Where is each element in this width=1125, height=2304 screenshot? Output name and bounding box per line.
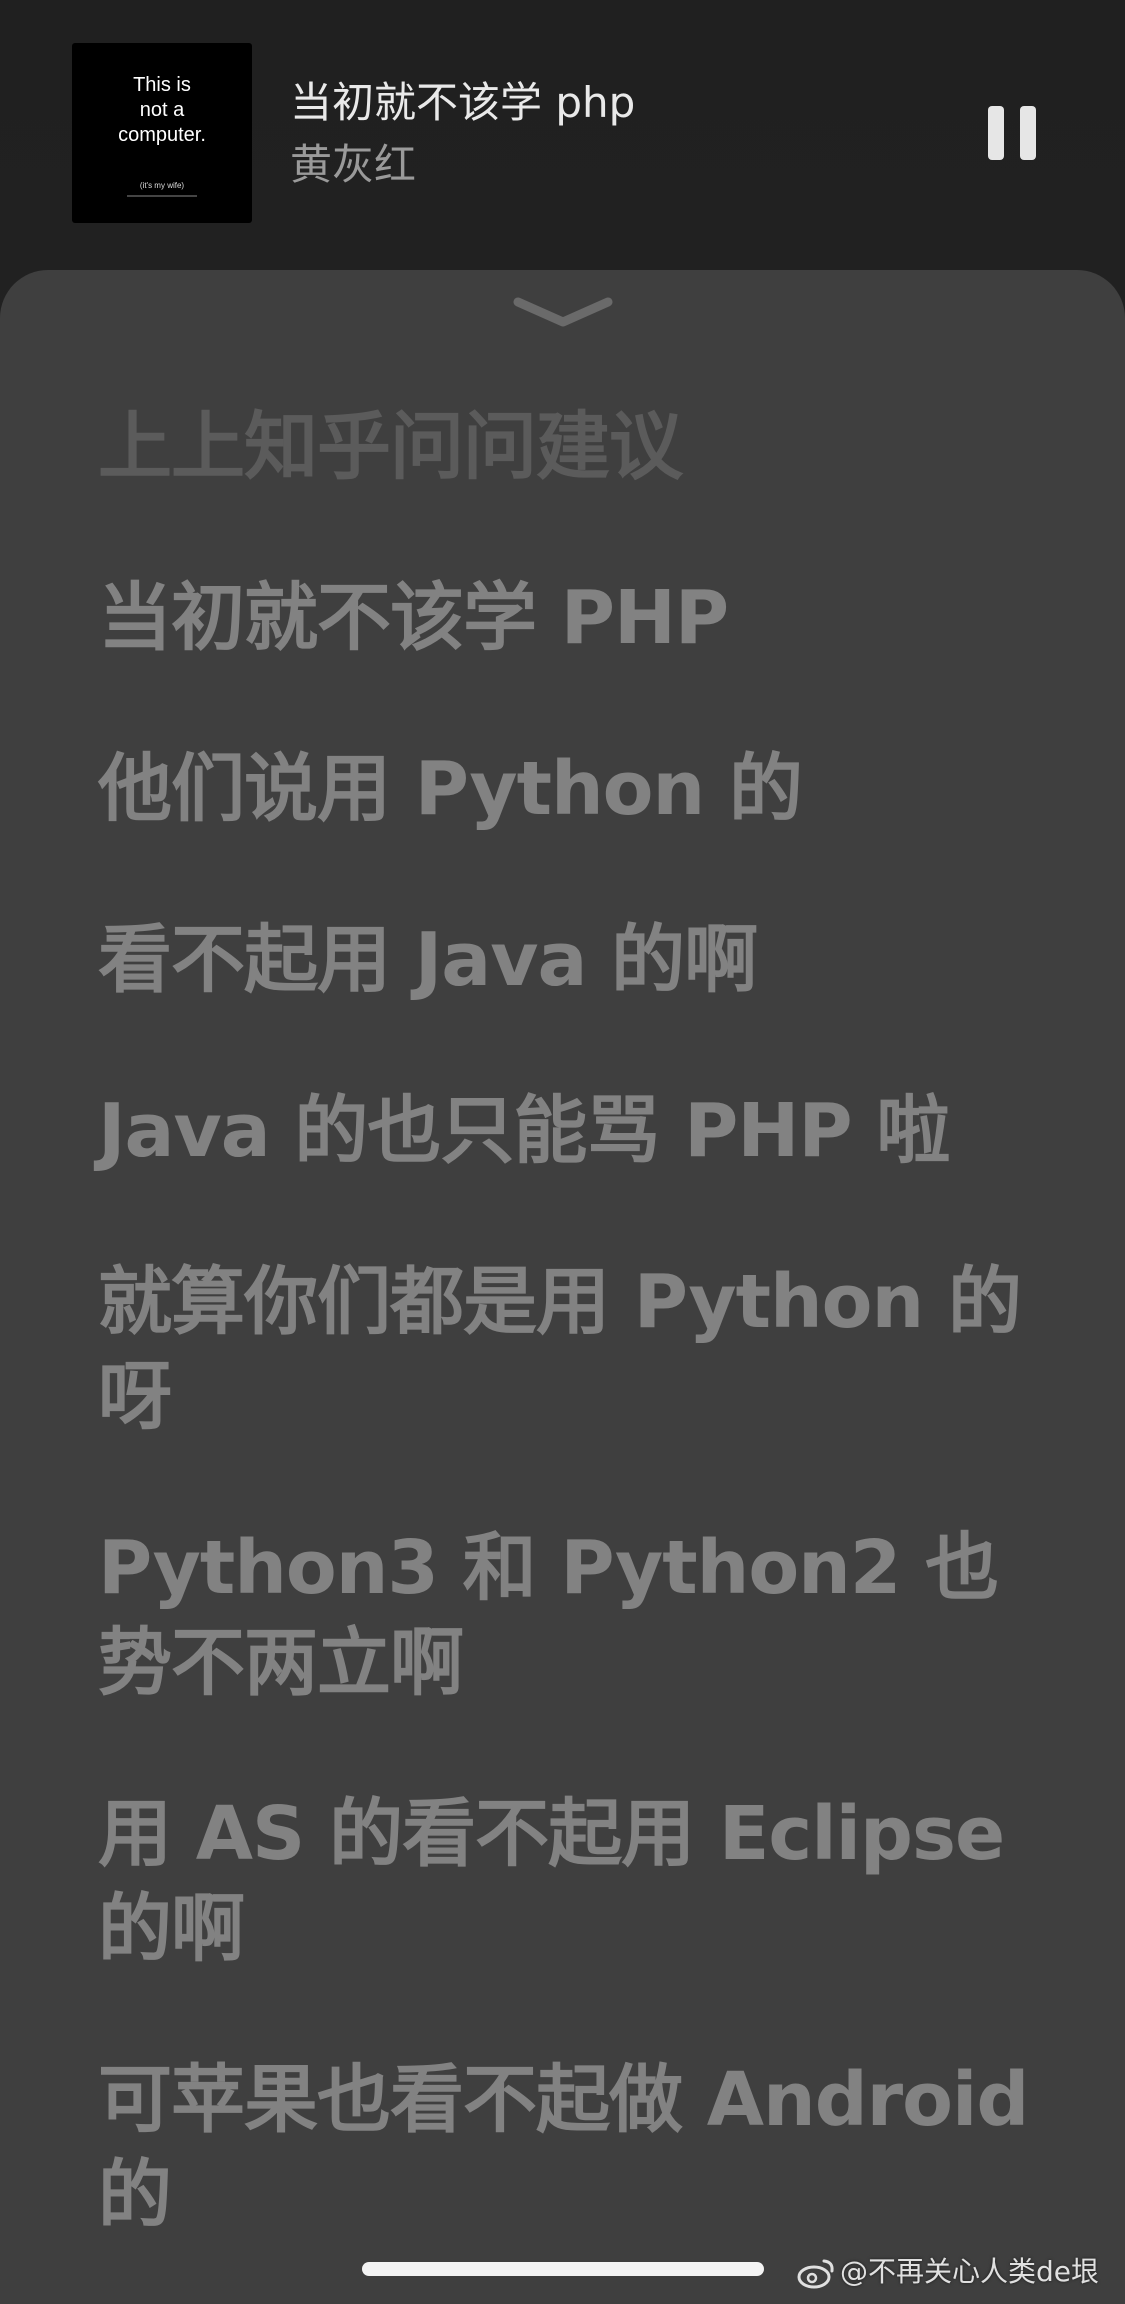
lyric-line[interactable]: 可苹果也看不起做 Android 的 bbox=[98, 2053, 1048, 2243]
lyrics-panel[interactable]: 上上知乎问问建议 当初就不该学 PHP 他们说用 Python 的看不起用 Java… bbox=[0, 270, 1125, 2304]
lyric-line[interactable]: Python3 和 Python2 也势不两立啊 bbox=[98, 1521, 1048, 1711]
watermark-text: @不再关心人类de垠 bbox=[840, 2255, 1100, 2288]
pause-button[interactable] bbox=[978, 100, 1048, 170]
now-playing-bar[interactable]: This is not a computer. (it's my wife) 当… bbox=[0, 0, 1125, 270]
watermark: @不再关心人类de垠 bbox=[796, 2254, 1099, 2290]
album-art-subtext: (it's my wife) bbox=[139, 181, 185, 190]
chevron-down-icon[interactable] bbox=[512, 296, 614, 330]
album-art-text: This is not a computer. bbox=[118, 74, 206, 146]
home-indicator[interactable] bbox=[362, 2262, 764, 2276]
music-player-screen: This is not a computer. (it's my wife) 当… bbox=[0, 0, 1125, 2304]
pause-icon-bar bbox=[1020, 106, 1036, 160]
song-artist: 黄灰红 bbox=[290, 140, 417, 189]
weibo-icon bbox=[797, 2259, 834, 2289]
lyric-line[interactable]: Java 的也只能骂 PHP 啦 bbox=[98, 1084, 1048, 1179]
lyric-line[interactable]: 用 AS 的看不起用 Eclipse 的啊 bbox=[98, 1787, 1048, 1977]
album-art-divider bbox=[127, 195, 197, 197]
song-title: 当初就不该学 php bbox=[290, 78, 636, 127]
album-art[interactable]: This is not a computer. (it's my wife) bbox=[72, 43, 252, 223]
lyric-line[interactable]: 就算你们都是用 Python 的呀 bbox=[98, 1255, 1048, 1445]
lyric-line[interactable]: 当初就不该学 PHP bbox=[98, 571, 1048, 666]
lyric-line[interactable]: 上上知乎问问建议 bbox=[98, 400, 1048, 495]
lyric-line[interactable]: 看不起用 Java 的啊 bbox=[98, 913, 1048, 1008]
lyric-line[interactable]: 他们说用 Python 的 bbox=[98, 742, 1048, 837]
lyrics-list: 上上知乎问问建议 当初就不该学 PHP 他们说用 Python 的看不起用 Java… bbox=[98, 400, 1048, 2304]
pause-icon bbox=[988, 106, 1004, 160]
